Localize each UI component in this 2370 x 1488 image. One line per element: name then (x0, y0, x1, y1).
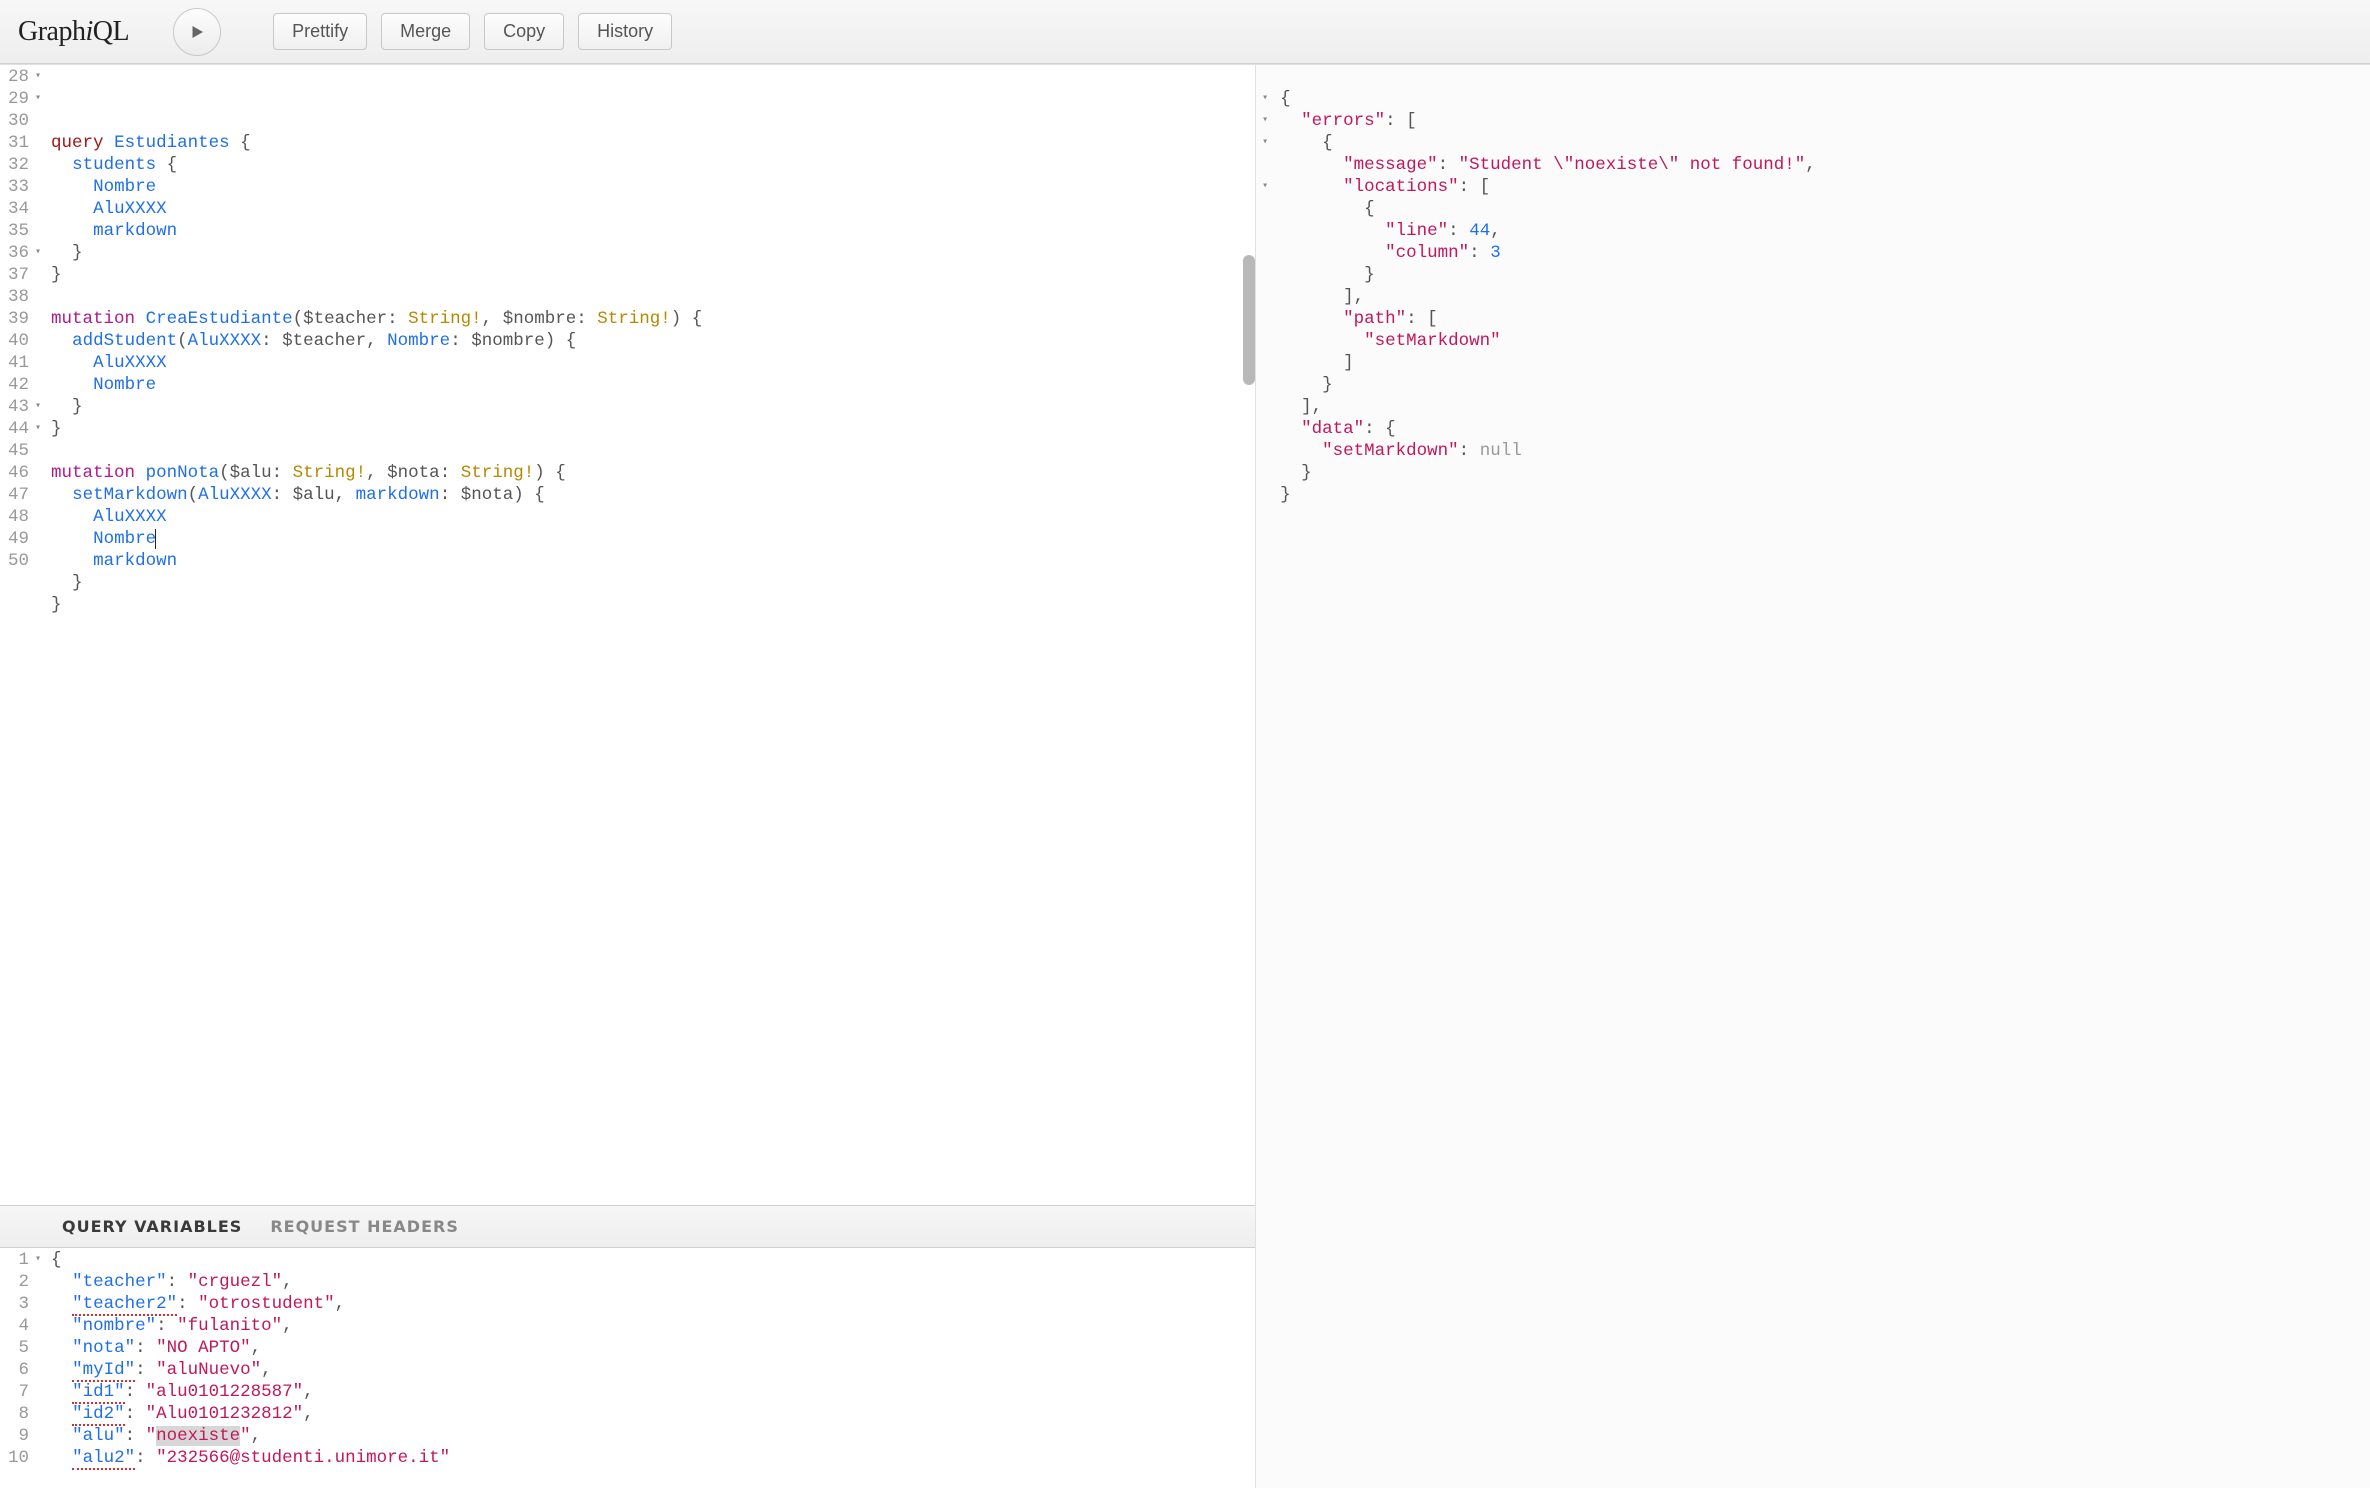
query-editor[interactable]: 2829303132333435363738394041424344454647… (0, 65, 1255, 1205)
scrollbar-thumb[interactable] (1243, 255, 1255, 385)
play-icon (188, 23, 206, 41)
tab-query-variables[interactable]: QUERY VARIABLES (62, 1217, 242, 1236)
variables-editor[interactable]: 12345678910 ▾ { "teacher": "crguezl", "t… (0, 1248, 1255, 1488)
variables-gutter: 12345678910 (0, 1248, 35, 1488)
query-gutter: 2829303132333435363738394041424344454647… (0, 65, 35, 1205)
result-viewer[interactable]: ▾▾▾ ▾ { "errors": [ { "message": "Studen… (1256, 65, 2370, 1488)
merge-button[interactable]: Merge (381, 13, 470, 50)
copy-button[interactable]: Copy (484, 13, 564, 50)
history-button[interactable]: History (578, 13, 672, 50)
main-split: 2829303132333435363738394041424344454647… (0, 64, 2370, 1488)
tab-request-headers[interactable]: REQUEST HEADERS (270, 1217, 459, 1236)
result-pane: ▾▾▾ ▾ { "errors": [ { "message": "Studen… (1256, 65, 2370, 1488)
result-fold-gutter[interactable]: ▾▾▾ ▾ (1256, 65, 1274, 1488)
secondary-tabs: QUERY VARIABLES REQUEST HEADERS (0, 1205, 1255, 1248)
result-code: { "errors": [ { "message": "Student \"no… (1274, 65, 2370, 1488)
query-code[interactable]: query Estudiantes { students { Nombre Al… (45, 65, 1255, 1205)
query-editor-wrap: 2829303132333435363738394041424344454647… (0, 65, 1255, 1205)
variables-fold-gutter[interactable]: ▾ (35, 1248, 45, 1488)
execute-button[interactable] (173, 8, 221, 56)
variables-code[interactable]: { "teacher": "crguezl", "teacher2": "otr… (45, 1248, 1255, 1488)
logo: GraphiQL (18, 16, 129, 48)
query-fold-gutter[interactable]: ▾▾ ▾ ▾▾ (35, 65, 45, 1205)
prettify-button[interactable]: Prettify (273, 13, 367, 50)
editor-pane: 2829303132333435363738394041424344454647… (0, 65, 1256, 1488)
toolbar: GraphiQL Prettify Merge Copy History (0, 0, 2370, 64)
